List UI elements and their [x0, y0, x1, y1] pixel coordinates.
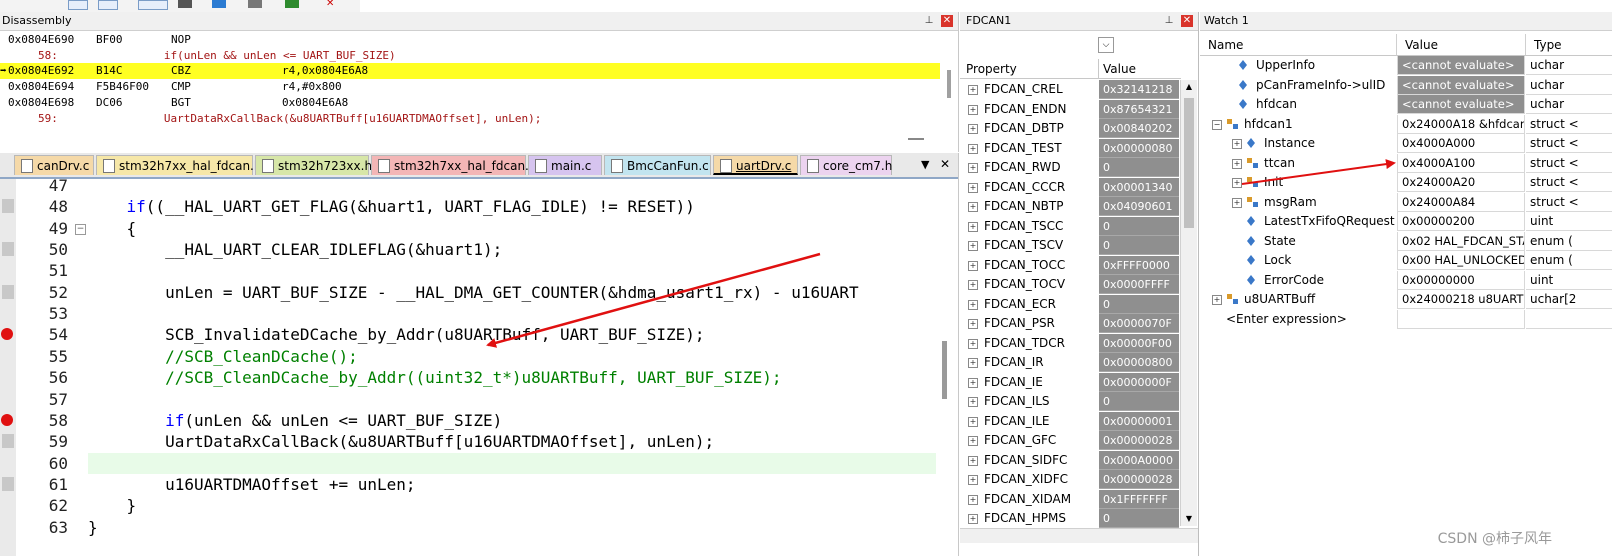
- annotation-arrows: [486, 159, 1396, 348]
- arrow-to-invalidate-dcache: [486, 252, 821, 348]
- arrow-to-ttcan-value: [1241, 159, 1396, 185]
- watermark: CSDN @柿子风年: [1437, 531, 1552, 547]
